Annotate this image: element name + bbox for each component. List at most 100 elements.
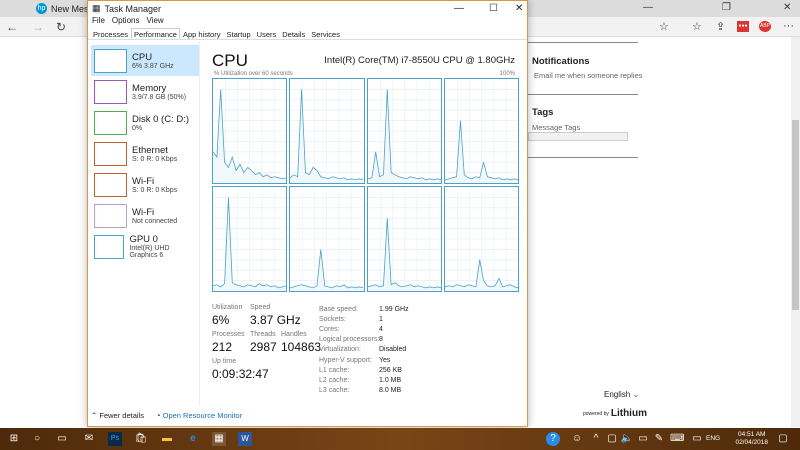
detail-label: L1 cache: (319, 366, 350, 374)
notification-tray-icon[interactable]: ▢ (605, 432, 619, 446)
edge-icon[interactable]: e (186, 432, 200, 446)
speed-value: 3.87 GHz (250, 313, 301, 327)
action-center-icon[interactable]: ▢ (776, 432, 790, 446)
volume-icon[interactable]: 🔈 (620, 432, 634, 446)
display-icon[interactable]: ▭ (690, 432, 704, 446)
tm-maximize-icon[interactable]: ☐ (489, 3, 498, 14)
store-icon[interactable]: 🛍 (134, 432, 148, 446)
minimize-icon[interactable]: — (643, 2, 653, 13)
tm-minimize-icon[interactable]: — (454, 3, 464, 14)
resource-monitor-link[interactable]: ◔ Open Resource Monitor (156, 411, 242, 420)
sidebar-item[interactable]: Memory 3.9/7.8 GB (50%) (91, 76, 199, 107)
task-manager-window: ▦ Task Manager — ☐ ✕ File Options View Pr… (87, 0, 528, 427)
sidebar-item[interactable]: Ethernet S: 0 R: 0 Kbps (91, 138, 199, 169)
share-icon[interactable]: ⇪ (716, 20, 725, 33)
fewer-details-button[interactable]: ⌃ Fewer details (91, 411, 144, 420)
detail-label: Cores: (319, 326, 340, 334)
tm-close-icon[interactable]: ✕ (515, 3, 523, 14)
detail-value: 1.0 MB (379, 376, 402, 384)
utilization-value: 6% (212, 313, 230, 327)
restore-icon[interactable]: ❐ (722, 2, 731, 13)
task-view-icon[interactable]: ▭ (55, 432, 69, 446)
handles-value: 104863 (281, 340, 322, 354)
mini-graph (94, 234, 125, 259)
word-icon[interactable]: W (238, 432, 252, 446)
email-option[interactable]: Email me when someone replies (534, 71, 642, 80)
favorite-star-icon[interactable]: ☆ (659, 20, 669, 33)
detail-label: Base speed: (319, 306, 358, 313)
task-manager-icon: ▦ (92, 3, 101, 13)
menu-file[interactable]: File (92, 16, 105, 28)
chevron-up-icon[interactable]: ^ (589, 432, 603, 446)
language-select[interactable]: English ⌄ (604, 390, 639, 399)
detail-label: Hyper-V support: (319, 356, 372, 364)
tags-label: Message Tags (532, 123, 581, 132)
extension-icon[interactable]: ●●● (737, 21, 749, 32)
resource-sidebar: CPU 6% 3.87 GHz Memory 3.9/7.8 GB (50%) Disk… (88, 41, 200, 406)
tab-startup[interactable]: Startup (223, 28, 253, 39)
detail-label: L2 cache: (319, 376, 350, 384)
tab-performance[interactable]: Performance (131, 28, 180, 39)
menu-options[interactable]: Options (112, 16, 140, 28)
favorites-icon[interactable]: ☆ (692, 20, 702, 33)
menu-bar: File Options View (88, 16, 527, 28)
pen-icon[interactable]: ✎ (652, 432, 666, 446)
tab-bar: Processes Performance App history Startu… (88, 28, 527, 40)
more-icon[interactable]: ··· (783, 20, 794, 32)
tab-services[interactable]: Services (308, 28, 343, 39)
sidebar-item-name: Memory (132, 82, 167, 94)
language-indicator[interactable]: ENG (706, 435, 720, 442)
close-icon[interactable]: ✕ (783, 2, 791, 13)
start-icon[interactable]: ⊞ (7, 432, 21, 446)
sidebar-item-name: Wi-Fi (132, 175, 155, 187)
mini-graph (94, 79, 127, 104)
adblock-icon[interactable]: ABP (759, 21, 771, 32)
detail-value: Yes (379, 356, 391, 364)
sidebar-item[interactable]: Wi-Fi S: 0 R: 0 Kbps (91, 169, 199, 200)
detail-value: 256 KB (379, 366, 402, 374)
threads-value: 2987 (250, 340, 277, 354)
tab-processes[interactable]: Processes (90, 28, 131, 39)
tab-app-history[interactable]: App history (180, 28, 224, 39)
tab-users[interactable]: Users (254, 28, 280, 39)
speed-label: Speed (250, 304, 271, 311)
sidebar-item[interactable]: CPU 6% 3.87 GHz (91, 45, 199, 76)
refresh-icon[interactable]: ↻ (56, 20, 66, 34)
sidebar-item[interactable]: Disk 0 (C: D:) 0% (91, 107, 199, 138)
help-icon[interactable]: ? (546, 432, 560, 446)
sidebar-item-name: GPU 0 (129, 234, 158, 245)
tab-details[interactable]: Details (279, 28, 308, 39)
clock[interactable]: 04:51 AM 02/04/2018 (735, 431, 768, 447)
mail-icon[interactable]: ✉ (82, 432, 96, 446)
core-graph (289, 78, 365, 184)
sidebar-item[interactable]: Wi-Fi Not connected (91, 200, 199, 231)
tags-input[interactable] (528, 132, 628, 141)
people-icon[interactable]: ☺ (570, 432, 584, 446)
sidebar-item-name: Disk 0 (C: D:) (132, 113, 189, 125)
mini-graph (94, 203, 127, 228)
sidebar-item-name: Ethernet (132, 144, 168, 156)
photoshop-icon[interactable]: Ps (108, 432, 122, 446)
keyboard-icon[interactable]: ⌨ (670, 432, 684, 446)
notifications-heading: Notifications (532, 56, 590, 67)
sidebar-item-name: Wi-Fi (132, 206, 155, 218)
sidebar-item-sub: Intel(R) UHD Graphics 6 (129, 245, 170, 259)
detail-value: Disabled (379, 346, 407, 354)
back-icon[interactable]: ← (6, 20, 18, 34)
scrollbar-thumb[interactable] (792, 120, 799, 310)
task-manager-taskbar-icon[interactable]: ▦ (212, 432, 226, 446)
handles-label: Handles (281, 331, 307, 338)
mini-graph (94, 110, 127, 135)
sidebar-item[interactable]: GPU 0 Intel(R) UHD Graphics 6 (91, 231, 199, 262)
detail-value: 8.0 MB (379, 386, 402, 394)
cortana-icon[interactable]: ○ (30, 432, 44, 446)
menu-view[interactable]: View (146, 16, 163, 28)
battery-icon[interactable]: ▭ (636, 432, 650, 446)
mini-graph (94, 141, 127, 166)
forward-icon[interactable]: → (32, 20, 44, 34)
core-graph (212, 186, 288, 292)
file-explorer-icon[interactable]: ▬ (160, 432, 174, 446)
detail-label: Sockets: (319, 316, 346, 324)
detail-label: Virtualization: (319, 346, 361, 354)
mini-graph (94, 48, 127, 73)
